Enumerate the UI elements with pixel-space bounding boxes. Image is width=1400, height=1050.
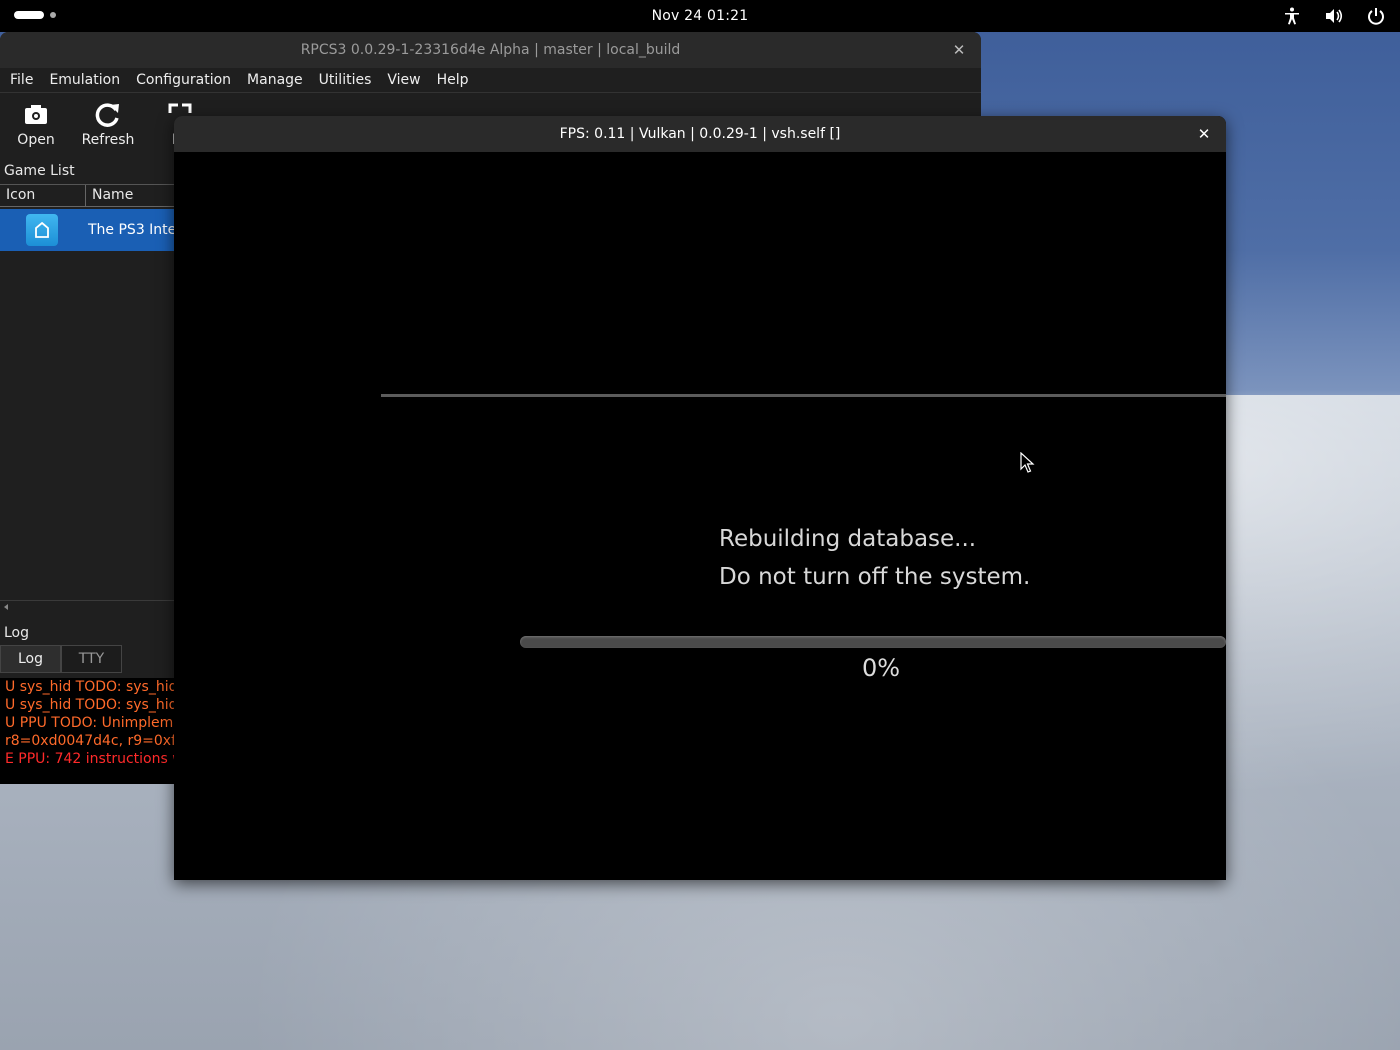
column-icon[interactable]: Icon [0,185,86,207]
divider-line [381,394,1226,397]
menu-emulation[interactable]: Emulation [41,72,128,88]
refresh-icon [95,103,119,127]
menu-bar: File Emulation Configuration Manage Util… [0,68,981,93]
refresh-label: Refresh [81,132,135,148]
rebuild-message: Rebuilding database... Do not turn off t… [719,520,1030,596]
game-window: FPS: 0.11 | Vulkan | 0.0.29-1 | vsh.self… [174,116,1226,880]
refresh-button[interactable]: Refresh [72,101,144,148]
game-name: The PS3 Inter [88,222,183,238]
menu-configuration[interactable]: Configuration [128,72,239,88]
top-bar: Nov 24 01:21 [0,0,1400,32]
activities-button[interactable] [14,11,56,19]
game-icon [26,214,58,246]
log-header: Log [4,625,30,641]
workspace-indicator-active [14,11,44,19]
open-label: Open [17,132,55,148]
log-tabs: Log TTY [0,645,122,673]
accessibility-icon[interactable] [1282,6,1302,26]
game-window-title: FPS: 0.11 | Vulkan | 0.0.29-1 | vsh.self… [559,126,841,142]
mouse-cursor-icon [1020,452,1035,473]
volume-icon[interactable] [1324,6,1344,26]
menu-help[interactable]: Help [429,72,477,88]
tab-log[interactable]: Log [0,645,61,673]
menu-view[interactable]: View [379,72,428,88]
menu-manage[interactable]: Manage [239,72,311,88]
main-window-title: RPCS3 0.0.29-1-23316d4e Alpha | master |… [300,42,681,58]
game-window-titlebar[interactable]: FPS: 0.11 | Vulkan | 0.0.29-1 | vsh.self… [174,116,1226,152]
workspace-indicator [50,12,56,18]
rebuild-message-line1: Rebuilding database... [719,526,977,552]
open-button[interactable]: Open [0,101,72,148]
main-window-titlebar[interactable]: RPCS3 0.0.29-1-23316d4e Alpha | master |… [0,32,981,68]
game-list-header: Game List [4,163,75,179]
power-icon[interactable] [1366,6,1386,26]
rebuild-message-line2: Do not turn off the system. [719,564,1031,590]
progress-bar [520,636,1226,648]
camera-icon [25,105,47,124]
game-window-close-button[interactable]: ✕ [1194,124,1214,144]
menu-utilities[interactable]: Utilities [311,72,380,88]
menu-file[interactable]: File [2,72,41,88]
clock[interactable]: Nov 24 01:21 [652,8,749,24]
progress-percent: 0% [862,654,901,682]
scroll-left-icon[interactable] [4,604,8,610]
house-icon [35,221,49,238]
main-window-close-button[interactable]: ✕ [949,40,969,60]
tab-tty[interactable]: TTY [61,645,122,673]
system-tray[interactable] [1282,6,1386,26]
